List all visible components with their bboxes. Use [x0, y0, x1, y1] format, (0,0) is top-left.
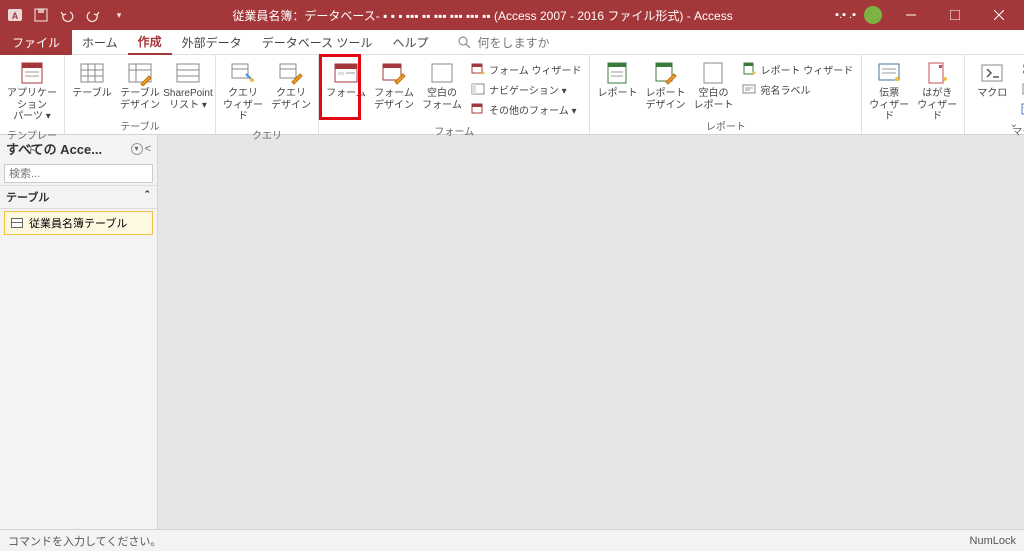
labels-button[interactable]: 宛名ラベル [742, 79, 853, 99]
blank-form-button[interactable]: 空白の フォーム [419, 57, 465, 113]
table-button[interactable]: テーブル [69, 57, 115, 102]
query-wizard-button[interactable]: クエリ ウィザード [220, 57, 266, 125]
search-icon [458, 36, 471, 49]
blank-report-icon [699, 59, 727, 87]
report-design-button[interactable]: レポート デザイン [642, 57, 688, 113]
status-message: コマンドを入力してください。 [8, 533, 161, 549]
group-reports: レポート レポート デザイン 空白の レポート レポート ウィザード 宛名ラベル… [590, 55, 862, 134]
svg-text:A: A [12, 11, 19, 21]
slip-wizard-button[interactable]: 伝票 ウィザード [866, 57, 912, 125]
nav-section-tables[interactable]: テーブル ⌃ [0, 185, 157, 209]
window-title: 従業員名簿：データベース- ▪ ▪ ▪ ▪▪▪ ▪▪ ▪▪▪ ▪▪▪ ▪▪▪ ▪… [130, 7, 835, 24]
maximize-button[interactable] [934, 0, 976, 30]
sharepoint-icon [174, 59, 202, 87]
tab-help[interactable]: ヘルプ [382, 30, 438, 55]
macro-button[interactable]: マクロ [969, 57, 1015, 102]
save-icon[interactable] [30, 4, 52, 26]
other-forms-button[interactable]: その他のフォーム ▾ [471, 99, 581, 119]
nav-collapse-icon[interactable]: < [145, 143, 151, 155]
blank-form-icon [428, 59, 456, 87]
table-design-button[interactable]: テーブル デザイン [117, 57, 163, 113]
other-forms-icon [471, 102, 485, 116]
group-queries: クエリ ウィザード クエリ デザイン クエリ [216, 55, 319, 134]
blank-report-button[interactable]: 空白の レポート [690, 57, 736, 113]
ribbon: アプリケーション パーツ ▾ テンプレート テーブル テーブル デザイン Sha… [0, 55, 1024, 135]
nav-search-input[interactable] [5, 168, 155, 180]
sharepoint-button[interactable]: SharePoint リスト ▾ [165, 57, 211, 113]
group-forms: フォーム フォーム デザイン 空白の フォーム フォーム ウィザード ナビゲーシ… [319, 55, 590, 134]
report-design-icon [651, 59, 679, 87]
tab-file[interactable]: ファイル [0, 30, 72, 55]
app-parts-icon [18, 59, 46, 87]
group-templates: アプリケーション パーツ ▾ テンプレート [0, 55, 65, 134]
menubar: ファイル ホーム 作成 外部データ データベース ツール ヘルプ 何をしますか [0, 30, 1024, 55]
nav-search[interactable] [4, 164, 153, 183]
query-design-button[interactable]: クエリ デザイン [268, 57, 314, 113]
macro-icon [978, 59, 1006, 87]
status-numlock: NumLock [970, 535, 1016, 547]
form-wizard-icon [471, 62, 485, 76]
postcard-icon [923, 59, 951, 87]
app-icon: A [4, 4, 26, 26]
main-canvas [158, 135, 1024, 529]
navigation-icon [471, 82, 485, 96]
tab-dbtools[interactable]: データベース ツール [252, 30, 383, 55]
titlebar: A ▾ 従業員名簿：データベース- ▪ ▪ ▪ ▪▪▪ ▪▪ ▪▪▪ ▪▪▪ ▪… [0, 0, 1024, 30]
tab-create[interactable]: 作成 [128, 30, 172, 55]
report-icon [603, 59, 631, 87]
nav-item-employee-table[interactable]: 従業員名簿テーブル [4, 211, 153, 235]
report-wizard-icon [742, 62, 756, 76]
app-parts-button[interactable]: アプリケーション パーツ ▾ [4, 57, 60, 125]
user-name[interactable]: ▪.▪ .▪ [835, 9, 856, 21]
close-button[interactable] [978, 0, 1020, 30]
collapse-ribbon-icon[interactable]: ⌄ [1010, 119, 1018, 130]
table-object-icon [11, 218, 23, 228]
navigation-pane: すべての Acce... ▾ < テーブル ⌃ 従業員名簿テーブル [0, 135, 158, 529]
tab-home[interactable]: ホーム [72, 30, 128, 55]
table-icon [78, 59, 106, 87]
labels-icon [742, 82, 756, 96]
query-wizard-icon [229, 59, 257, 87]
table-design-icon [126, 59, 154, 87]
slip-icon [875, 59, 903, 87]
form-design-button[interactable]: フォーム デザイン [371, 57, 417, 113]
form-button[interactable]: フォーム [323, 57, 369, 102]
qat-more-icon[interactable]: ▾ [108, 4, 130, 26]
tab-external[interactable]: 外部データ [172, 30, 252, 55]
minimize-button[interactable] [890, 0, 932, 30]
form-design-icon [380, 59, 408, 87]
undo-icon[interactable] [56, 4, 78, 26]
tell-me-search[interactable]: 何をしますか [458, 34, 549, 51]
navigation-button[interactable]: ナビゲーション ▾ [471, 79, 581, 99]
query-design-icon [277, 59, 305, 87]
statusbar: コマンドを入力してください。 NumLock [0, 529, 1024, 551]
content-area: すべての Acce... ▾ < テーブル ⌃ 従業員名簿テーブル [0, 135, 1024, 529]
redo-icon[interactable] [82, 4, 104, 26]
user-avatar[interactable] [864, 6, 882, 24]
form-wizard-button[interactable]: フォーム ウィザード [471, 59, 581, 79]
report-button[interactable]: レポート [594, 57, 640, 102]
postcard-wizard-button[interactable]: はがき ウィザード [914, 57, 960, 125]
nav-dropdown-icon[interactable]: ▾ [131, 143, 143, 155]
report-wizard-button[interactable]: レポート ウィザード [742, 59, 853, 79]
group-slips: 伝票 ウィザード はがき ウィザード [862, 55, 965, 134]
section-collapse-icon: ⌃ [143, 189, 151, 205]
form-icon [332, 59, 360, 87]
group-tables: テーブル テーブル デザイン SharePoint リスト ▾ テーブル [65, 55, 216, 134]
